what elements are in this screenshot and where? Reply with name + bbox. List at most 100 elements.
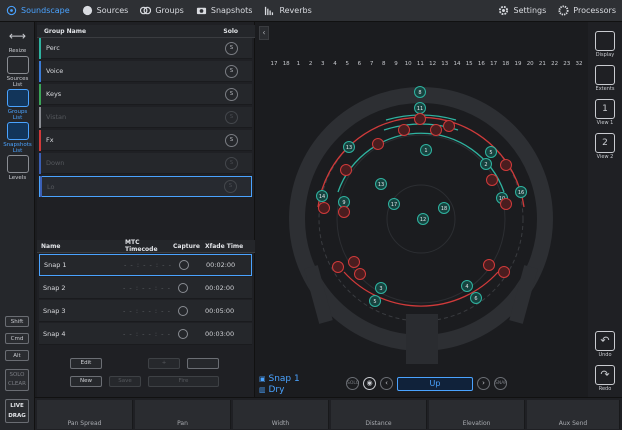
sound-source-marker[interactable]: 16 [515,186,527,198]
snapshot-row[interactable]: Snap 3 - - : - - : - - 00:05:00 [39,300,252,322]
speaker-number: 17 [271,61,278,67]
sound-source-marker[interactable] [372,138,384,150]
sound-source-marker[interactable]: 13 [343,141,355,153]
prev-view-button[interactable]: ‹ [380,377,393,390]
sound-source-marker[interactable] [500,159,512,171]
save-button[interactable]: Save [109,376,141,387]
tab-processors[interactable]: Processors [552,0,622,22]
edit-button[interactable]: Edit [70,358,102,369]
sound-source-marker[interactable] [430,124,442,136]
sound-source-marker[interactable]: 4 [461,280,473,292]
snapshot-row[interactable]: Snap 1 - - : - - : - - 00:02:00 [39,254,252,276]
sound-source-marker[interactable] [340,164,352,176]
group-solo-button[interactable]: S [224,180,237,193]
capture-icon[interactable] [178,328,188,339]
tab-snapshots[interactable]: Snapshots [190,0,259,22]
sound-source-marker[interactable]: 5 [485,146,497,158]
collapse-panel-button[interactable]: ‹ [259,26,269,40]
group-row[interactable]: Vistan S [39,106,252,128]
distance-slot[interactable]: Distance [331,400,427,429]
sound-source-marker[interactable] [500,198,512,210]
remove-button[interactable] [187,358,219,369]
sound-source-marker[interactable] [332,261,344,273]
sound-source-marker[interactable]: 17 [388,198,400,210]
view2-button[interactable]: 2 View 2 [593,133,617,160]
tab-groups[interactable]: Groups [134,0,190,22]
group-row[interactable]: Keys S [39,83,252,105]
group-row[interactable]: Down S [39,152,252,174]
sound-source-marker[interactable] [354,268,366,280]
resize-button[interactable]: ⟷ Resize [3,28,32,54]
tab-sources[interactable]: Sources [76,0,135,22]
sound-source-marker[interactable] [348,256,360,268]
redo-button[interactable]: ↷ Redo [593,365,617,392]
snapshot-row[interactable]: Snap 2 - - : - - : - - 00:02:00 [39,277,252,299]
sound-source-marker[interactable]: 6 [470,292,482,304]
pan-spread-slot[interactable]: Pan Spread [37,400,133,429]
sound-source-marker[interactable]: 9 [338,196,350,208]
group-row[interactable]: Fx S [39,129,252,151]
sound-source-marker[interactable] [486,174,498,186]
group-row[interactable]: Perc S [39,37,252,59]
sound-source-marker[interactable]: 12 [417,213,429,225]
capture-icon[interactable] [178,305,188,316]
next-view-button[interactable]: › [477,377,490,390]
live-drag-button[interactable]: LIVE DRAG [5,399,29,423]
new-button[interactable]: New [70,376,102,387]
group-solo-button[interactable]: S [225,156,238,170]
elevation-slot[interactable]: Elevation [429,400,525,429]
group-row[interactable]: Lo S [39,176,252,197]
shift-key[interactable]: Shift [5,316,29,327]
sound-source-marker[interactable]: 5 [369,295,381,307]
capture-icon[interactable] [178,282,188,293]
snapshot-row[interactable]: Snap 4 - - : - - : - - 00:03:00 [39,323,252,345]
sound-source-marker[interactable] [338,206,350,218]
sound-source-marker[interactable]: 11 [414,102,426,114]
tab-soundscape[interactable]: Soundscape [0,0,76,22]
reverb-small-icon: ▥ [259,386,266,394]
group-solo-button[interactable]: S [225,64,238,78]
width-slot[interactable]: Width [233,400,329,429]
sound-source-marker[interactable]: 1 [420,144,432,156]
group-row[interactable]: Voice S [39,60,252,82]
sound-source-marker[interactable] [414,113,426,125]
view-name-field[interactable]: Up [397,376,473,391]
snap-view-button[interactable]: SNAP [494,377,507,390]
sources-list-button[interactable]: Sources List [3,56,32,88]
sound-source-marker[interactable]: 8 [414,86,426,98]
group-solo-button[interactable]: S [225,110,238,124]
sound-source-marker[interactable]: 13 [375,178,387,190]
undo-button[interactable]: ↶ Undo [593,331,617,358]
alt-key[interactable]: Alt [5,350,29,361]
groups-list-button[interactable]: Groups List [3,89,32,121]
extents-button[interactable]: Extents [593,65,617,92]
soundscape-stage[interactable]: ‹ 17 18 1 2 3 4 5 6 7 8 9 10 11 12 13 14 15 16 17 18 19 20 21 2… [256,22,588,397]
sound-source-marker[interactable]: 2 [480,158,492,170]
eye-icon[interactable]: ◉ [363,377,376,390]
snapshots-list-button[interactable]: Snapshots List [3,122,32,154]
capture-icon[interactable] [179,260,189,270]
fire-button[interactable]: Fire [148,376,219,387]
sound-source-marker[interactable]: 3 [375,282,387,294]
view1-button[interactable]: 1 View 1 [593,99,617,126]
sound-source-marker[interactable] [318,202,330,214]
sound-source-marker[interactable] [443,120,455,132]
add-button[interactable]: + [148,358,180,369]
sound-source-marker[interactable] [398,124,410,136]
tab-reverbs[interactable]: Reverbs [258,0,317,22]
sound-source-marker[interactable]: 18 [438,202,450,214]
solo-clear-button[interactable]: SOLO CLEAR [5,369,29,391]
pan-slot[interactable]: Pan [135,400,231,429]
display-button[interactable]: Display [593,31,617,58]
group-solo-button[interactable]: S [225,87,238,101]
levels-button[interactable]: Levels [3,155,32,181]
sound-source-marker[interactable] [498,266,510,278]
group-solo-button[interactable]: S [225,41,238,55]
group-solo-button[interactable]: S [225,133,238,147]
solo-view-button[interactable]: SOLO [346,377,359,390]
aux-send-slot[interactable]: Aux Send [527,400,620,429]
cmd-key[interactable]: Cmd [5,333,29,344]
sound-source-marker[interactable]: 14 [316,190,328,202]
sound-source-marker[interactable] [483,259,495,271]
tab-settings[interactable]: Settings [492,0,552,22]
